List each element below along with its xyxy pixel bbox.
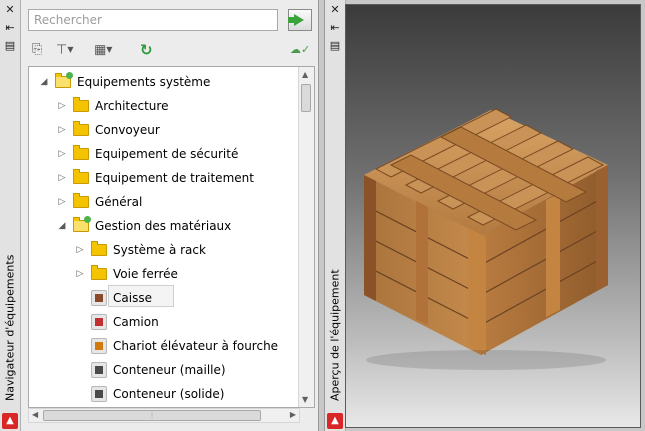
- tree-item-label: Chariot élévateur à fourche: [113, 339, 279, 353]
- folder-icon: [73, 145, 89, 160]
- tree-item[interactable]: ▷ Architecture: [57, 96, 299, 116]
- navigator-toolbar: ⎘ ⊤▼ ▦▼ ↻ ☁✓: [28, 38, 312, 62]
- navigator-title: Navigateur d'équipements: [3, 254, 17, 401]
- horizontal-scrollbar[interactable]: ◀ ⦙ ▶: [28, 408, 300, 423]
- tree-item-label: Equipement de sécurité: [95, 147, 239, 161]
- preview-title: Aperçu de l'équipement: [328, 269, 342, 401]
- vertical-scrollbar[interactable]: ▲ ▼: [298, 67, 314, 407]
- expand-icon[interactable]: ▷: [57, 120, 67, 140]
- properties-icon[interactable]: ▤: [329, 40, 341, 52]
- tree-item-label: Architecture: [95, 99, 169, 113]
- tree-item-label: Equipement de traitement: [95, 171, 254, 185]
- auto-hide-icon[interactable]: ⇤: [329, 22, 341, 34]
- equipment-icon: [91, 362, 107, 378]
- scroll-thumb[interactable]: [301, 84, 311, 112]
- equipment-preview-viewport[interactable]: [345, 4, 641, 428]
- search-go-button[interactable]: [288, 9, 312, 31]
- equipment-icon: [91, 314, 107, 330]
- app-logo-icon: ▲: [327, 413, 343, 429]
- equipment-icon: [91, 386, 107, 402]
- folder-icon: [73, 97, 89, 112]
- tree-item[interactable]: ▷ Convoyeur: [57, 120, 299, 140]
- folder-open-icon: [55, 72, 73, 88]
- tree-item[interactable]: Chariot élévateur à fourche: [75, 336, 299, 356]
- expand-icon[interactable]: ▷: [57, 96, 67, 116]
- tree-item-label: Convoyeur: [95, 123, 160, 137]
- navigator-side-strip: ✕ ⇤ ▤ Navigateur d'équipements ▲: [0, 0, 21, 431]
- tree-item[interactable]: ◢ Gestion des matériaux: [57, 216, 299, 236]
- tree-item-label: Général: [95, 195, 143, 209]
- folder-icon: [73, 121, 89, 136]
- list-view-icon[interactable]: ▦▼: [94, 40, 112, 60]
- expand-icon[interactable]: ▷: [75, 240, 85, 260]
- import-icon[interactable]: ⎘: [32, 40, 42, 60]
- tree-item[interactable]: ▷ Général: [57, 192, 299, 212]
- hscroll-thumb[interactable]: ⦙: [43, 410, 261, 421]
- collapse-icon[interactable]: ◢: [39, 72, 49, 92]
- scroll-down-icon[interactable]: ▼: [302, 395, 308, 404]
- arrow-right-icon: [288, 14, 304, 26]
- preview-side-strip: ✕ ⇤ ▤ Aperçu de l'équipement ▲: [324, 0, 346, 431]
- expand-icon[interactable]: ▷: [57, 144, 67, 164]
- app-logo-icon: ▲: [2, 413, 18, 429]
- auto-hide-icon[interactable]: ⇤: [4, 22, 16, 34]
- tree-item[interactable]: ▷ Voie ferrée: [75, 264, 299, 284]
- online-status-icon: ☁✓: [290, 43, 311, 56]
- tree-item[interactable]: ◢ Equipements système: [39, 72, 299, 92]
- tree-item-label: Conteneur (solide): [113, 387, 225, 401]
- folder-open-icon: [73, 216, 91, 232]
- tree-item-label: Camion: [113, 315, 159, 329]
- scroll-up-icon[interactable]: ▲: [302, 70, 308, 79]
- tree-item[interactable]: ▷ Equipement de traitement: [57, 168, 299, 188]
- equipment-tree: ▲ ▼ ◢ Equipements système ▷ Architecture ▷ Co…: [28, 66, 315, 408]
- tree-item[interactable]: ▷ Equipement de sécurité: [57, 144, 299, 164]
- equipment-icon: [91, 290, 107, 306]
- scroll-left-icon[interactable]: ◀: [32, 410, 38, 419]
- folder-icon: [73, 193, 89, 208]
- tree-item[interactable]: Camion: [75, 312, 299, 332]
- properties-icon[interactable]: ▤: [4, 40, 16, 52]
- scroll-right-icon[interactable]: ▶: [290, 410, 296, 419]
- refresh-icon[interactable]: ↻: [140, 40, 153, 60]
- tree-view-icon[interactable]: ⊤▼: [56, 40, 73, 60]
- equipment-swatch: [95, 318, 103, 326]
- folder-icon: [91, 265, 107, 280]
- tree-item-label: Gestion des matériaux: [95, 219, 232, 233]
- folder-icon: [91, 241, 107, 256]
- tree-item-label: Conteneur (maille): [113, 363, 226, 377]
- crate-3d-preview: [363, 108, 609, 370]
- expand-icon[interactable]: ▷: [57, 192, 67, 212]
- tree-item-label: Système à rack: [113, 243, 206, 257]
- tree-item[interactable]: Caisse: [75, 288, 299, 308]
- folder-icon: [73, 169, 89, 184]
- close-icon[interactable]: ✕: [329, 4, 341, 16]
- tree-item[interactable]: Conteneur (solide): [75, 384, 299, 404]
- equipment-icon: [91, 338, 107, 354]
- collapse-icon[interactable]: ◢: [57, 216, 67, 236]
- search-input[interactable]: Rechercher: [28, 9, 278, 31]
- tree-item[interactable]: ▷ Système à rack: [75, 240, 299, 260]
- tree-item-label: Equipements système: [77, 75, 211, 89]
- tree-item[interactable]: Conteneur (maille): [75, 360, 299, 380]
- expand-icon[interactable]: ▷: [75, 264, 85, 284]
- equipment-navigator-panel: Rechercher ⎘ ⊤▼ ▦▼ ↻ ☁✓ ▲ ▼ ◢ Equipements…: [21, 0, 319, 431]
- equipment-swatch: [95, 342, 103, 350]
- tree-item-label: Caisse: [113, 291, 152, 305]
- expand-icon[interactable]: ▷: [57, 168, 67, 188]
- close-icon[interactable]: ✕: [4, 4, 16, 16]
- tree-item-label: Voie ferrée: [113, 267, 178, 281]
- equipment-swatch: [95, 366, 103, 374]
- equipment-swatch: [95, 390, 103, 398]
- equipment-swatch: [95, 294, 103, 302]
